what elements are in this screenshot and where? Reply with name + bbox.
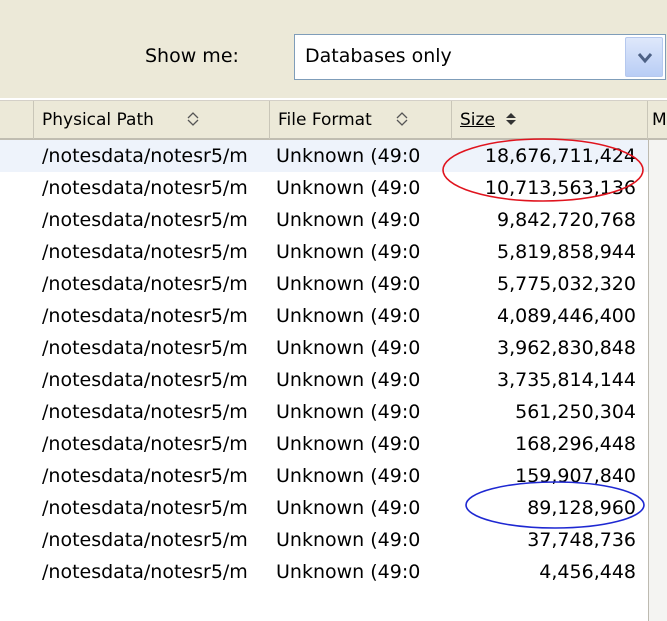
format-cell: Unknown (49:0	[276, 273, 421, 295]
size-cell: 3,962,830,848	[496, 337, 636, 359]
column-header-file-format[interactable]: File Format	[270, 101, 452, 139]
format-cell: Unknown (49:0	[276, 177, 421, 199]
table-row[interactable]: /notesdata/notesr5/m Unknown (49:0 89,12…	[0, 492, 667, 524]
dropdown-arrow-button[interactable]	[625, 37, 663, 77]
table-row[interactable]: /notesdata/notesr5/m Unknown (49:0 9,842…	[0, 204, 667, 236]
table-row[interactable]: /notesdata/notesr5/m Unknown (49:0 4,089…	[0, 300, 667, 332]
column-header-size[interactable]: Size	[452, 101, 648, 139]
format-cell: Unknown (49:0	[276, 497, 421, 519]
size-cell: 4,089,446,400	[496, 305, 636, 327]
format-cell: Unknown (49:0	[276, 433, 421, 455]
format-cell: Unknown (49:0	[276, 561, 421, 583]
format-cell: Unknown (49:0	[276, 529, 421, 551]
format-cell: Unknown (49:0	[276, 465, 421, 487]
table-row[interactable]: /notesdata/notesr5/m Unknown (49:0 4,456…	[0, 556, 667, 588]
size-cell: 168,296,448	[515, 433, 636, 455]
database-table: /notesdata/notesr5/m Unknown (49:0 18,67…	[0, 140, 667, 588]
path-cell: /notesdata/notesr5/m	[42, 209, 248, 231]
path-cell: /notesdata/notesr5/m	[42, 369, 248, 391]
table-row[interactable]: /notesdata/notesr5/m Unknown (49:0 10,71…	[0, 172, 667, 204]
column-header-row: Physical Path File Format Size M	[0, 100, 667, 140]
size-cell: 4,456,448	[539, 561, 636, 583]
column-header-physical-path-label: Physical Path	[42, 110, 154, 130]
filter-bar: Show me: Databases only	[0, 0, 667, 98]
column-header-blank	[0, 101, 34, 139]
path-cell: /notesdata/notesr5/m	[42, 529, 248, 551]
path-cell: /notesdata/notesr5/m	[42, 241, 248, 263]
column-header-file-format-label: File Format	[278, 110, 372, 130]
path-cell: /notesdata/notesr5/m	[42, 561, 248, 583]
format-cell: Unknown (49:0	[276, 337, 421, 359]
size-cell: 159,907,840	[515, 465, 636, 487]
table-row[interactable]: /notesdata/notesr5/m Unknown (49:0 5,775…	[0, 268, 667, 300]
path-cell: /notesdata/notesr5/m	[42, 497, 248, 519]
size-cell: 3,735,814,144	[496, 369, 636, 391]
size-cell: 10,713,563,136	[484, 177, 636, 199]
chevron-down-icon	[637, 53, 653, 64]
table-row[interactable]: /notesdata/notesr5/m Unknown (49:0 5,819…	[0, 236, 667, 268]
path-cell: /notesdata/notesr5/m	[42, 273, 248, 295]
format-cell: Unknown (49:0	[276, 209, 421, 231]
show-me-dropdown[interactable]: Databases only	[294, 34, 666, 80]
size-cell: 5,819,858,944	[496, 241, 636, 263]
size-cell: 89,128,960	[527, 497, 636, 519]
column-header-next[interactable]: M	[648, 101, 667, 139]
path-cell: /notesdata/notesr5/m	[42, 145, 248, 167]
size-cell: 18,676,711,424	[484, 145, 636, 167]
sort-updown-icon	[187, 112, 199, 126]
format-cell: Unknown (49:0	[276, 401, 421, 423]
format-cell: Unknown (49:0	[276, 145, 421, 167]
path-cell: /notesdata/notesr5/m	[42, 465, 248, 487]
size-cell: 9,842,720,768	[496, 209, 636, 231]
table-row[interactable]: /notesdata/notesr5/m Unknown (49:0 159,9…	[0, 460, 667, 492]
table-row[interactable]: /notesdata/notesr5/m Unknown (49:0 3,962…	[0, 332, 667, 364]
format-cell: Unknown (49:0	[276, 369, 421, 391]
table-row[interactable]: /notesdata/notesr5/m Unknown (49:0 3,735…	[0, 364, 667, 396]
table-row[interactable]: /notesdata/notesr5/m Unknown (49:0 18,67…	[0, 140, 667, 172]
format-cell: Unknown (49:0	[276, 305, 421, 327]
sort-active-icon	[506, 113, 516, 125]
table-row[interactable]: /notesdata/notesr5/m Unknown (49:0 37,74…	[0, 524, 667, 556]
column-header-size-label: Size	[460, 110, 495, 130]
table-row[interactable]: /notesdata/notesr5/m Unknown (49:0 168,2…	[0, 428, 667, 460]
table-row[interactable]: /notesdata/notesr5/m Unknown (49:0 561,2…	[0, 396, 667, 428]
sort-updown-icon	[396, 112, 408, 126]
show-me-selected-value: Databases only	[305, 45, 452, 67]
show-me-label: Show me:	[145, 45, 239, 67]
path-cell: /notesdata/notesr5/m	[42, 433, 248, 455]
size-cell: 5,775,032,320	[496, 273, 636, 295]
path-cell: /notesdata/notesr5/m	[42, 401, 248, 423]
format-cell: Unknown (49:0	[276, 241, 421, 263]
column-header-next-label: M	[652, 110, 667, 130]
path-cell: /notesdata/notesr5/m	[42, 337, 248, 359]
column-header-physical-path[interactable]: Physical Path	[34, 101, 270, 139]
size-cell: 37,748,736	[527, 529, 636, 551]
size-cell: 561,250,304	[515, 401, 636, 423]
path-cell: /notesdata/notesr5/m	[42, 305, 248, 327]
next-column-strip	[648, 140, 667, 621]
path-cell: /notesdata/notesr5/m	[42, 177, 248, 199]
